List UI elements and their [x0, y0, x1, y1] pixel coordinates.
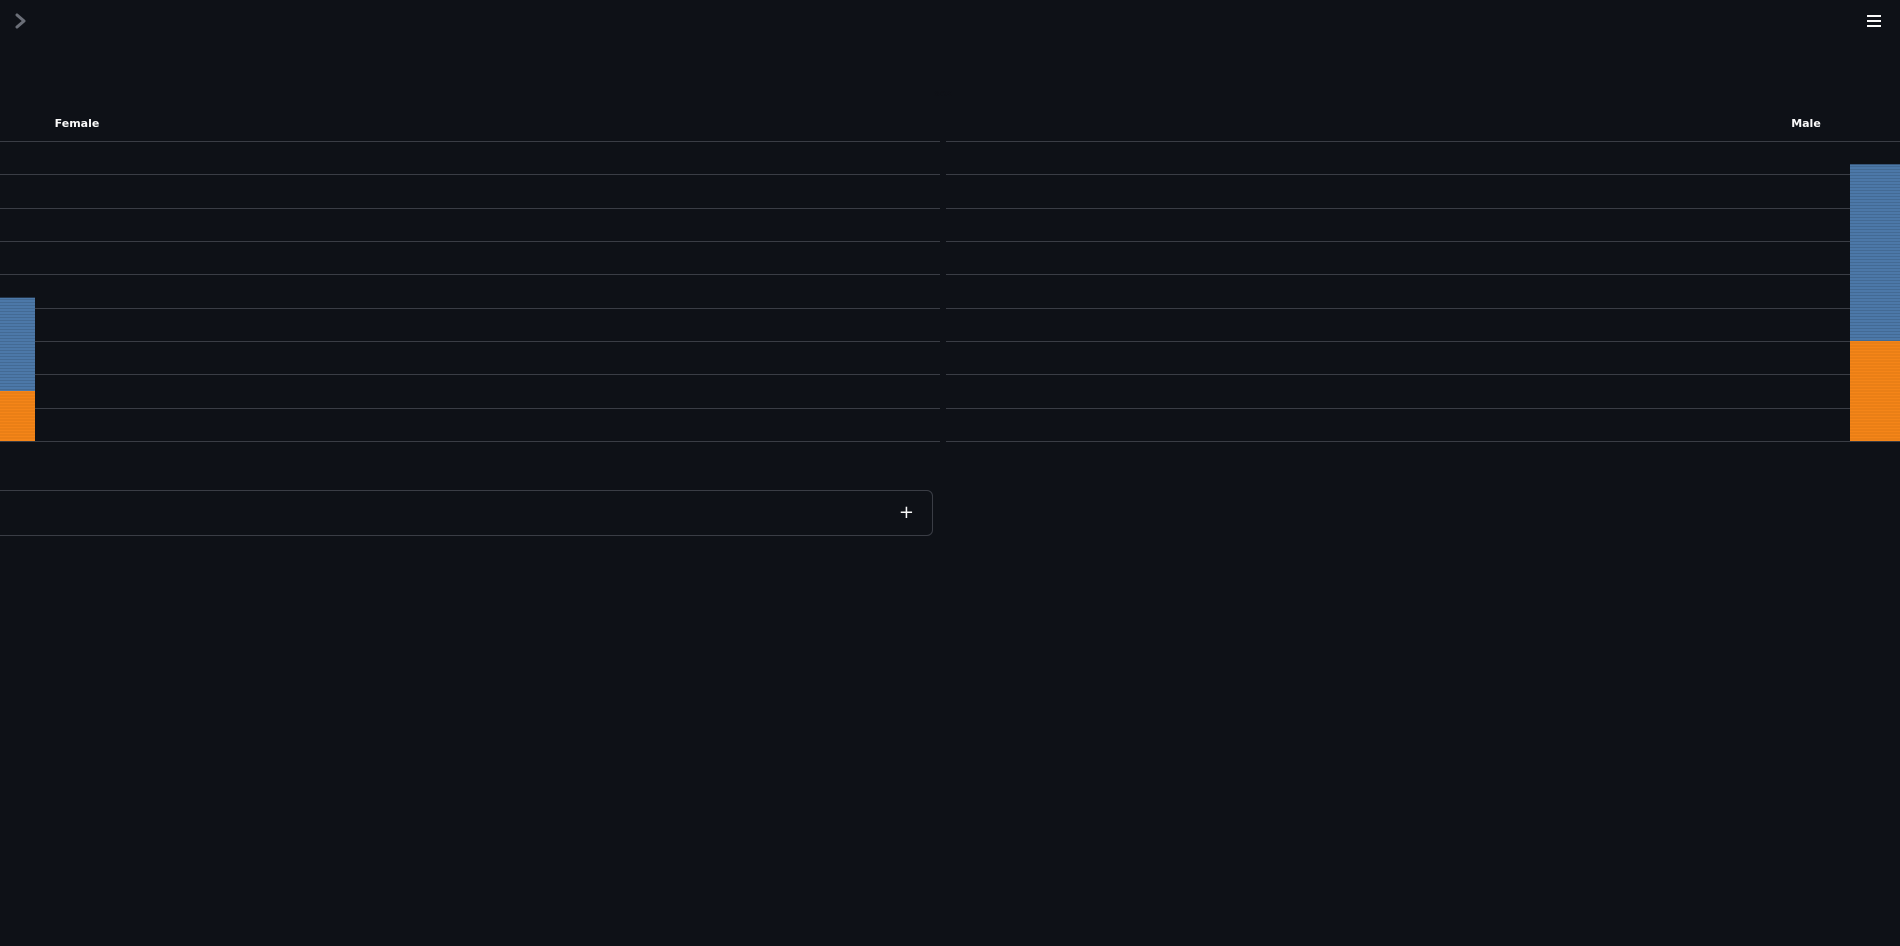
bar-segment-male-1[interactable]: [1850, 164, 1900, 341]
bar-segment-female-0[interactable]: [0, 391, 35, 441]
facet-label-female: Female: [55, 117, 100, 130]
facet-male: Male: [946, 117, 1900, 442]
expander[interactable]: +: [0, 490, 933, 536]
chart-svg: sex Female Male: [0, 89, 1900, 442]
facet-male-grid: [946, 141, 1900, 442]
facet-title: sex: [934, 89, 951, 99]
facet-female: Female: [0, 117, 940, 442]
facet-male-bars: [1850, 164, 1900, 441]
facet-female-grid: [0, 141, 940, 442]
app-root: sex Female Male +: [0, 0, 1900, 946]
facet-label-male: Male: [1791, 117, 1821, 130]
faceted-bar-chart: sex Female Male: [0, 0, 1900, 460]
facet-female-bars: [0, 297, 35, 441]
plus-icon: +: [898, 502, 914, 523]
